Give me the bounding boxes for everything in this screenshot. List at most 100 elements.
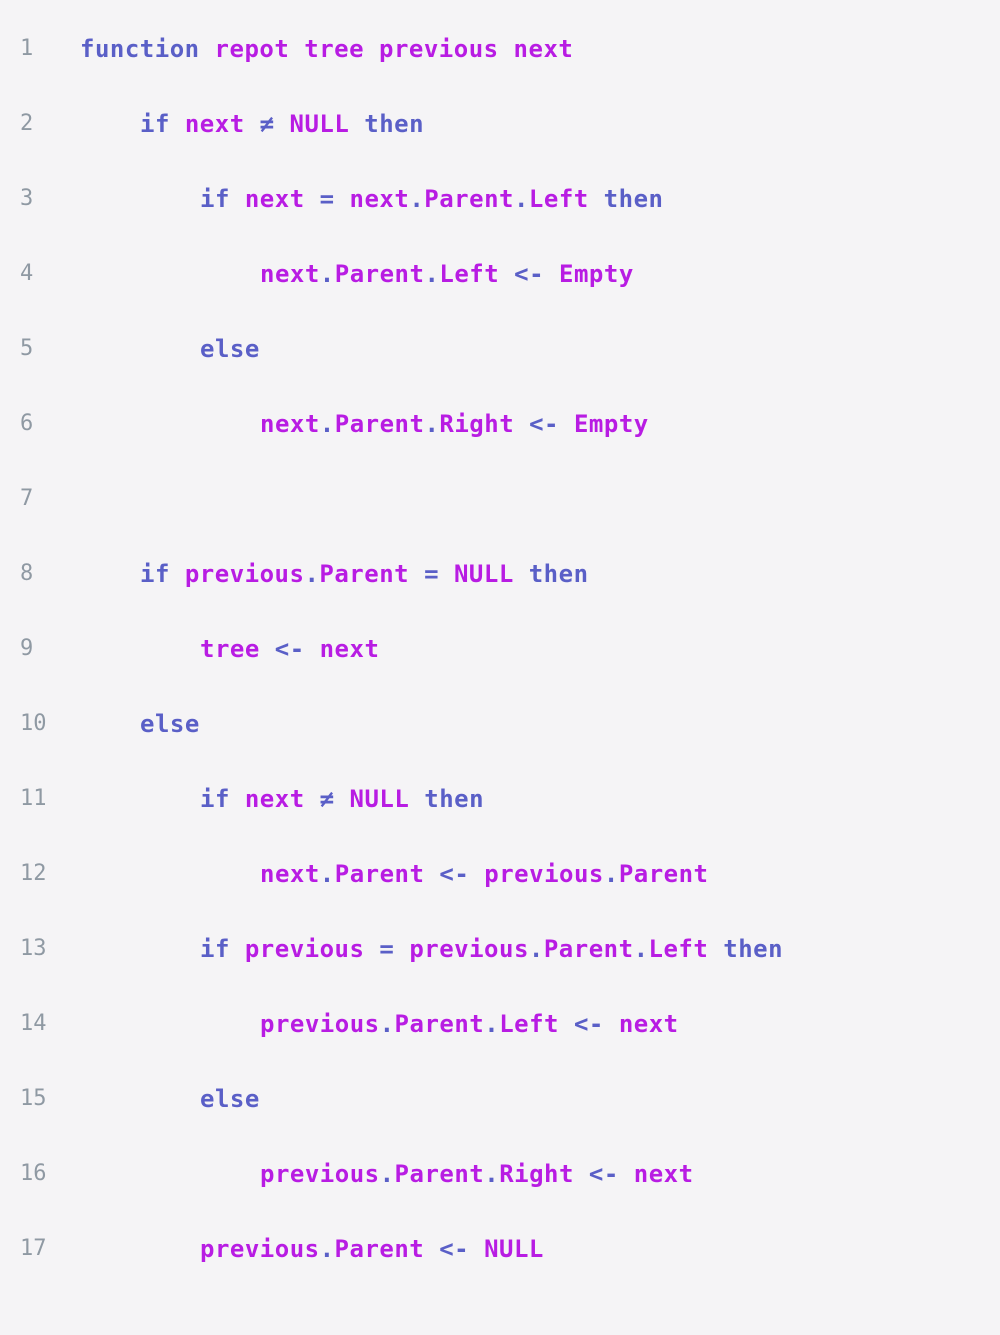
code-operator: <- [529, 410, 560, 438]
code-identifier: next [244, 785, 305, 813]
code-line: 1 function repot tree previous next [0, 11, 1000, 86]
line-number: 2 [20, 111, 34, 136]
code-keyword: else [200, 1085, 260, 1113]
code-operator: . [528, 935, 544, 963]
line-number: 3 [20, 186, 34, 211]
line-number: 12 [20, 861, 47, 886]
line-number: 1 [20, 36, 34, 61]
line-code: previous.Parent <- NULL [200, 1235, 544, 1263]
line-number: 16 [20, 1161, 47, 1186]
line-code: previous.Parent.Left <- next [260, 1010, 679, 1038]
code-identifier: previous [260, 1010, 380, 1038]
code-operator: . [409, 185, 425, 213]
code-identifier: Parent [319, 560, 410, 588]
code-line: 17 previous.Parent <- NULL [0, 1211, 1000, 1286]
line-code: if previous.Parent = NULL then [140, 560, 589, 588]
code-operator: = [379, 935, 395, 963]
code-identifier: previous [244, 935, 365, 963]
code-operator: . [603, 860, 619, 888]
code-identifier: previous [409, 935, 529, 963]
line-code: if next ≠ NULL then [200, 785, 484, 813]
line-code: if previous = previous.Parent.Left then [200, 935, 783, 963]
code-identifier: Parent [394, 1160, 485, 1188]
code-operator: . [319, 410, 335, 438]
code-identifier: repot [214, 35, 290, 63]
code-line: 15 else [0, 1061, 1000, 1136]
code-line: 10 else [0, 686, 1000, 761]
code-identifier: Parent [334, 260, 425, 288]
code-line: 5 else [0, 311, 1000, 386]
code-operator: . [484, 1010, 500, 1038]
code-identifier: NULL [349, 785, 410, 813]
code-operator: <- [573, 1010, 604, 1038]
code-identifier: next [260, 410, 320, 438]
line-number: 6 [20, 411, 34, 436]
code-keyword: if [200, 185, 230, 213]
code-operator: . [319, 1235, 335, 1263]
code-operator: . [379, 1160, 395, 1188]
line-number: 5 [20, 336, 34, 361]
code-line: 9 tree <- next [0, 611, 1000, 686]
code-keyword: then [364, 110, 425, 138]
code-identifier: tree [304, 35, 365, 63]
line-code: if next ≠ NULL then [140, 110, 424, 138]
code-line: 4 next.Parent.Left <- Empty [0, 236, 1000, 311]
code-block: 1 function repot tree previous next 2 if ne… [0, 11, 1000, 1286]
line-number: 15 [20, 1086, 47, 1111]
code-operator: <- [439, 1235, 470, 1263]
code-line: 6 next.Parent.Right <- Empty [0, 386, 1000, 461]
line-number: 10 [20, 711, 47, 736]
code-identifier: tree [200, 635, 260, 663]
code-line: 3 if next = next.Parent.Left then [0, 161, 1000, 236]
line-code: next.Parent.Right <- Empty [260, 410, 649, 438]
code-operator: . [319, 260, 335, 288]
code-keyword: then [723, 935, 784, 963]
code-identifier: next [244, 185, 305, 213]
code-identifier: previous [379, 35, 499, 63]
line-code: previous.Parent.Right <- next [260, 1160, 694, 1188]
code-identifier: next [260, 860, 320, 888]
code-identifier: next [633, 1160, 694, 1188]
code-identifier: Parent [334, 1235, 425, 1263]
code-identifier: Parent [543, 935, 634, 963]
line-code: else [140, 710, 200, 738]
code-line: 8 if previous.Parent = NULL then [0, 536, 1000, 611]
code-line: 11 if next ≠ NULL then [0, 761, 1000, 836]
code-identifier: Right [499, 1160, 574, 1188]
code-identifier: Parent [334, 410, 425, 438]
code-line: 13 if previous = previous.Parent.Left the… [0, 911, 1000, 986]
code-operator: ≠ [259, 110, 275, 138]
code-operator: <- [274, 635, 305, 663]
code-keyword: else [200, 335, 260, 363]
code-line: 16 previous.Parent.Right <- next [0, 1136, 1000, 1211]
line-code: else [200, 335, 260, 363]
line-number: 9 [20, 636, 34, 661]
code-operator: . [304, 560, 320, 588]
